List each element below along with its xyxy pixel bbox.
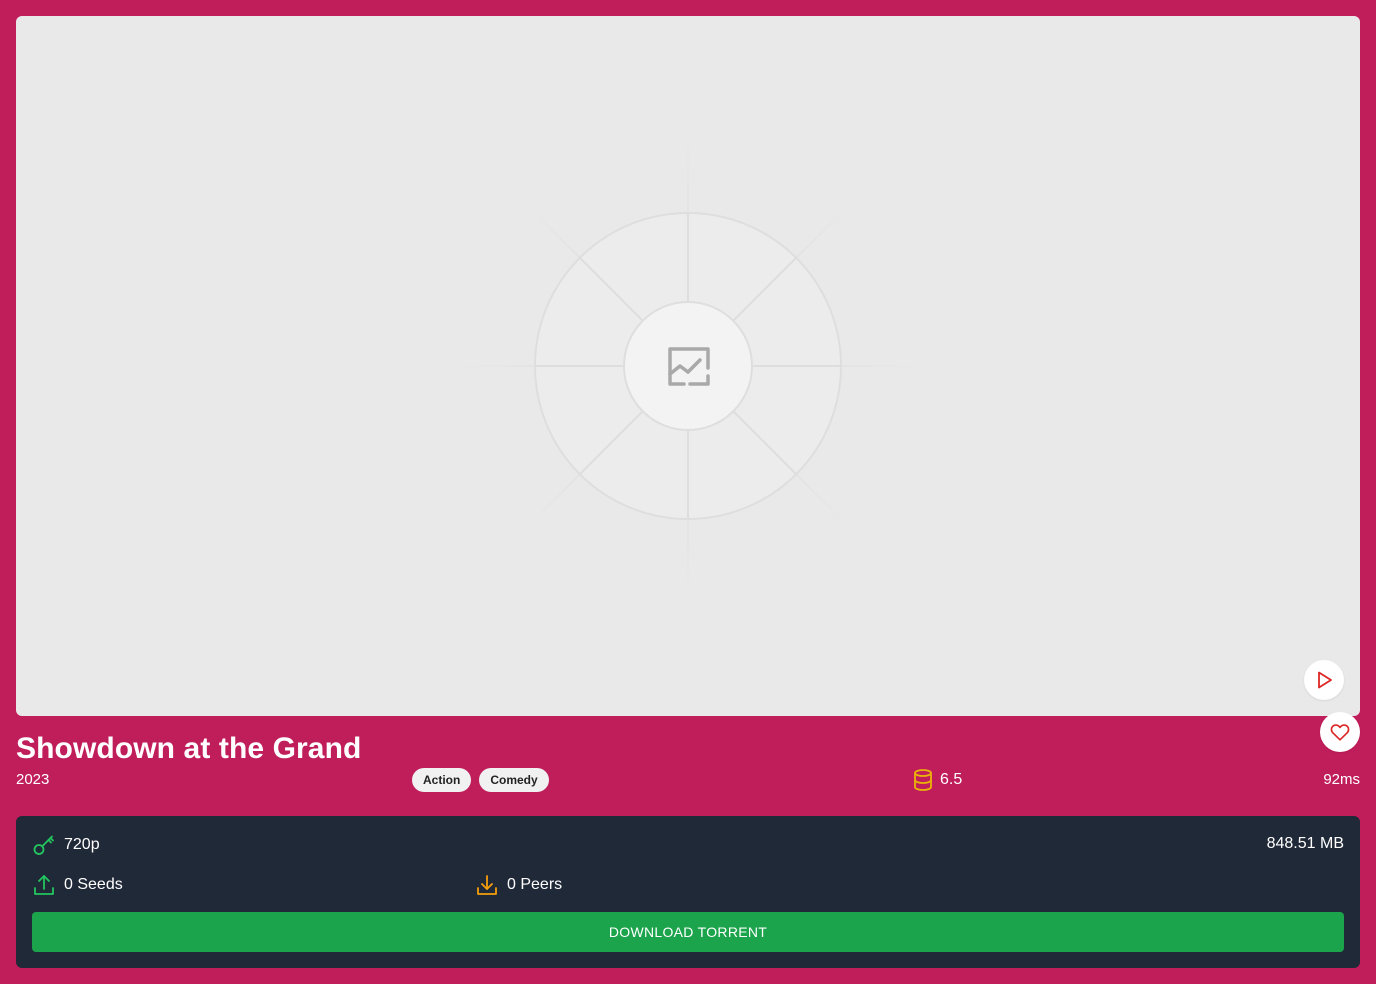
rating-value: 6.5 <box>940 771 963 788</box>
download-icon <box>477 875 497 895</box>
upload-icon <box>34 875 54 895</box>
play-trailer-button[interactable] <box>1304 660 1344 700</box>
file-size: 848.51 MB <box>1266 835 1344 852</box>
genre-tag-comedy[interactable]: Comedy <box>479 768 549 792</box>
rating: 6.5 <box>912 768 962 792</box>
seeds-label: 0 Seeds <box>64 876 123 893</box>
torrent-panel: 720p 848.51 MB 0 Seeds 0 Peers DOWNLOAD … <box>16 816 1360 968</box>
movie-poster <box>16 16 1360 716</box>
download-torrent-button[interactable]: DOWNLOAD TORRENT <box>32 912 1344 952</box>
seeds-count: 0 Seeds <box>32 873 123 897</box>
quality-label: 720p <box>64 836 100 853</box>
play-icon <box>1318 671 1332 689</box>
key-icon <box>33 835 54 855</box>
peers-label: 0 Peers <box>507 876 563 893</box>
movie-title: Showdown at the Grand <box>16 732 362 765</box>
favorite-button[interactable] <box>1320 712 1360 752</box>
database-icon <box>914 769 932 791</box>
release-year: 2023 <box>16 771 50 788</box>
genre-tag-action[interactable]: Action <box>412 768 472 792</box>
image-placeholder-icon <box>458 136 918 596</box>
heart-icon <box>1330 724 1350 741</box>
peers-count: 0 Peers <box>475 873 562 897</box>
genre-tags: Action Comedy <box>412 768 549 792</box>
runtime: 92ms <box>1323 771 1360 788</box>
torrent-quality: 720p <box>32 833 100 857</box>
